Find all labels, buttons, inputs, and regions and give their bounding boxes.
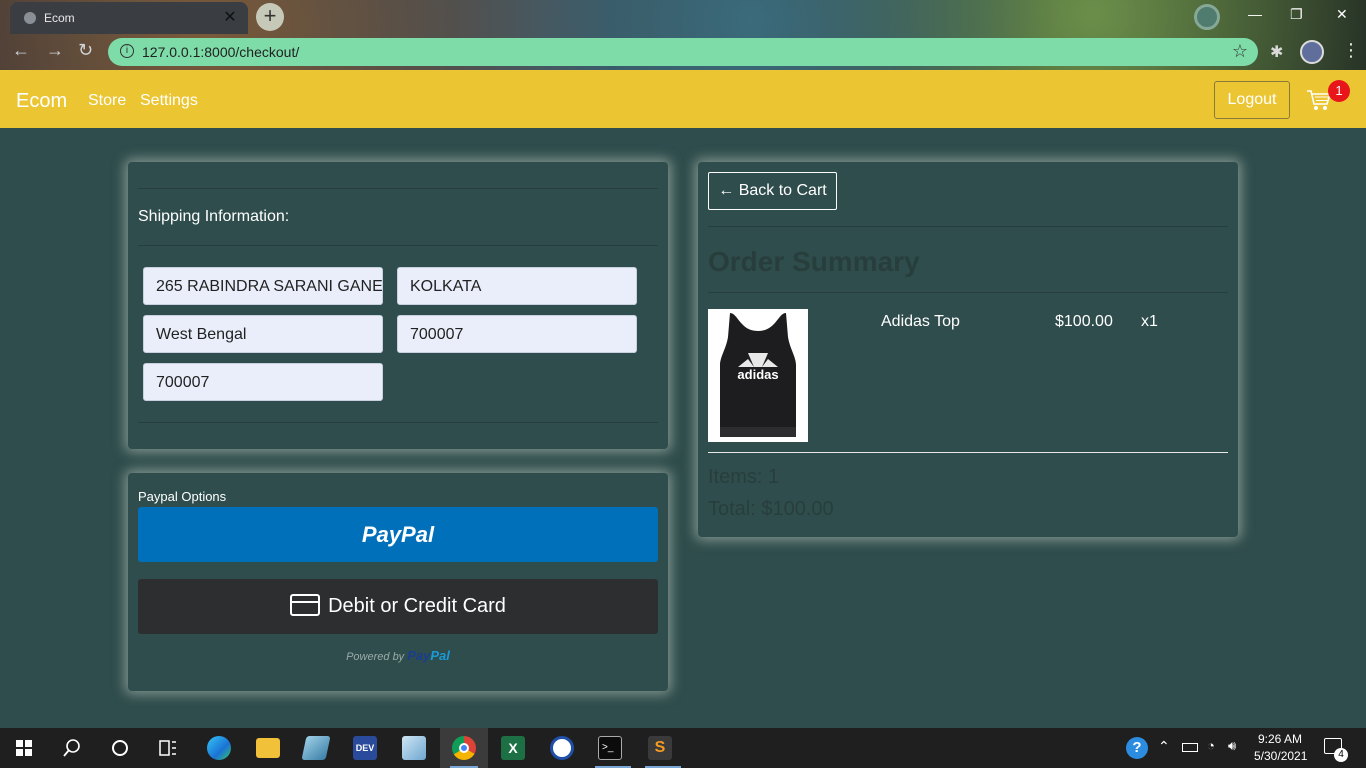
back-to-cart-button[interactable]: ← Back to Cart bbox=[708, 172, 837, 210]
summary-divider bbox=[708, 452, 1228, 453]
reload-icon[interactable]: ↻ bbox=[78, 40, 93, 61]
maximize-button[interactable]: ❐ bbox=[1290, 6, 1303, 23]
address-field[interactable]: 265 RABINDRA SARANI GANESH bbox=[143, 267, 383, 305]
divider bbox=[708, 292, 1228, 293]
paypal-logo: PayPal bbox=[407, 648, 450, 663]
item-name: Adidas Top bbox=[881, 313, 960, 330]
virtualbox-icon[interactable] bbox=[402, 736, 426, 760]
logout-button[interactable]: Logout bbox=[1214, 81, 1290, 119]
windows-taskbar: DEV X >_ S ? ⌃ ◔ 🔊︎ 9:26 AM 5/30/2021 4 bbox=[0, 728, 1366, 768]
forward-arrow-icon[interactable]: → bbox=[46, 40, 64, 61]
task-view-icon[interactable] bbox=[158, 738, 178, 758]
site-navbar: Ecom Store Settings Logout 1 bbox=[0, 70, 1366, 128]
bookmark-star-icon[interactable]: ☆ bbox=[1232, 41, 1248, 62]
paypal-options-label: Paypal Options bbox=[138, 489, 227, 504]
brand-logo[interactable]: Ecom bbox=[16, 90, 67, 113]
credit-card-icon bbox=[290, 593, 321, 616]
search-icon[interactable] bbox=[62, 738, 82, 758]
payment-panel: Paypal Options PayPal Debit or Credit Ca… bbox=[128, 473, 668, 691]
site-info-icon[interactable]: i bbox=[120, 44, 134, 58]
tank-top-image: adidas bbox=[720, 313, 796, 437]
address-bar[interactable]: i 127.0.0.1:8000/checkout/ ☆ bbox=[108, 38, 1258, 66]
browser-tab[interactable]: Ecom ✕ bbox=[10, 2, 248, 34]
city-field[interactable]: KOLKATA bbox=[397, 267, 637, 305]
adidas-logo-text: adidas bbox=[737, 367, 778, 382]
app-notes-icon[interactable] bbox=[301, 736, 331, 760]
clock-time[interactable]: 9:26 AM bbox=[1258, 732, 1302, 746]
tab-title: Ecom bbox=[44, 11, 75, 25]
word-app-icon[interactable] bbox=[550, 736, 574, 760]
country-field[interactable]: 700007 bbox=[143, 363, 383, 401]
extensions-puzzle-icon[interactable]: ✱ bbox=[1270, 42, 1283, 62]
notification-count-badge: 4 bbox=[1334, 748, 1348, 762]
item-quantity: x1 bbox=[1141, 313, 1158, 330]
paypal-button[interactable]: PayPal bbox=[138, 507, 658, 562]
close-window-button[interactable]: ✕ bbox=[1336, 6, 1348, 23]
items-count: Items: 1 bbox=[708, 466, 780, 488]
powered-by-text: Powered by bbox=[346, 651, 405, 663]
wifi-icon[interactable]: ◔ bbox=[1207, 738, 1215, 753]
devcpp-icon[interactable]: DEV bbox=[353, 736, 377, 760]
cortana-icon[interactable] bbox=[110, 738, 130, 758]
chevron-up-icon[interactable]: ⌃ bbox=[1158, 738, 1170, 755]
browser-chrome: Ecom ✕ + — ❐ ✕ ← → ↻ i 127.0.0.1:8000/ch… bbox=[0, 0, 1366, 70]
shipping-title: Shipping Information: bbox=[138, 208, 290, 225]
new-tab-button[interactable]: + bbox=[256, 3, 284, 31]
file-explorer-icon[interactable] bbox=[256, 738, 280, 758]
url-text: 127.0.0.1:8000/checkout/ bbox=[142, 44, 300, 60]
shipping-form-panel: Shipping Information: 265 RABINDRA SARAN… bbox=[128, 162, 668, 449]
edge-browser-icon[interactable] bbox=[207, 736, 231, 760]
divider bbox=[138, 245, 658, 246]
help-icon[interactable]: ? bbox=[1126, 737, 1148, 759]
zipcode-field[interactable]: 700007 bbox=[397, 315, 637, 353]
nav-link-store[interactable]: Store bbox=[88, 92, 126, 110]
order-summary-panel: ← Back to Cart Order Summary adidas Adid… bbox=[698, 162, 1238, 537]
product-image: adidas bbox=[708, 309, 808, 442]
powered-by-paypal: Powered by PayPal bbox=[128, 648, 668, 663]
order-total: Total: $100.00 bbox=[708, 498, 834, 520]
state-field[interactable]: West Bengal bbox=[143, 315, 383, 353]
divider bbox=[138, 422, 658, 423]
terminal-icon[interactable]: >_ bbox=[598, 736, 622, 760]
battery-icon[interactable] bbox=[1182, 743, 1198, 752]
excel-icon[interactable]: X bbox=[501, 736, 525, 760]
nav-link-settings[interactable]: Settings bbox=[140, 92, 198, 110]
globe-icon bbox=[24, 12, 36, 24]
chrome-icon[interactable] bbox=[452, 736, 476, 760]
divider bbox=[138, 188, 658, 189]
clock-date[interactable]: 5/30/2021 bbox=[1254, 749, 1307, 763]
sublime-text-icon[interactable]: S bbox=[648, 736, 672, 760]
credit-card-label: Debit or Credit Card bbox=[328, 595, 506, 617]
windows-start-icon[interactable] bbox=[16, 740, 32, 756]
tab-close-button[interactable]: ✕ bbox=[220, 8, 240, 28]
item-price: $100.00 bbox=[1055, 313, 1113, 330]
browser-menu-icon[interactable]: ⋮ bbox=[1342, 40, 1360, 61]
cart-count-badge: 1 bbox=[1328, 80, 1350, 102]
profile-avatar[interactable] bbox=[1300, 40, 1324, 64]
chrome-extension-icon[interactable] bbox=[1194, 4, 1220, 30]
order-summary-title: Order Summary bbox=[708, 246, 920, 277]
back-arrow-icon[interactable]: ← bbox=[12, 40, 30, 61]
divider bbox=[708, 226, 1228, 227]
credit-card-button[interactable]: Debit or Credit Card bbox=[138, 579, 658, 634]
minimize-button[interactable]: — bbox=[1248, 6, 1262, 22]
volume-icon[interactable]: 🔊︎ bbox=[1228, 738, 1236, 754]
